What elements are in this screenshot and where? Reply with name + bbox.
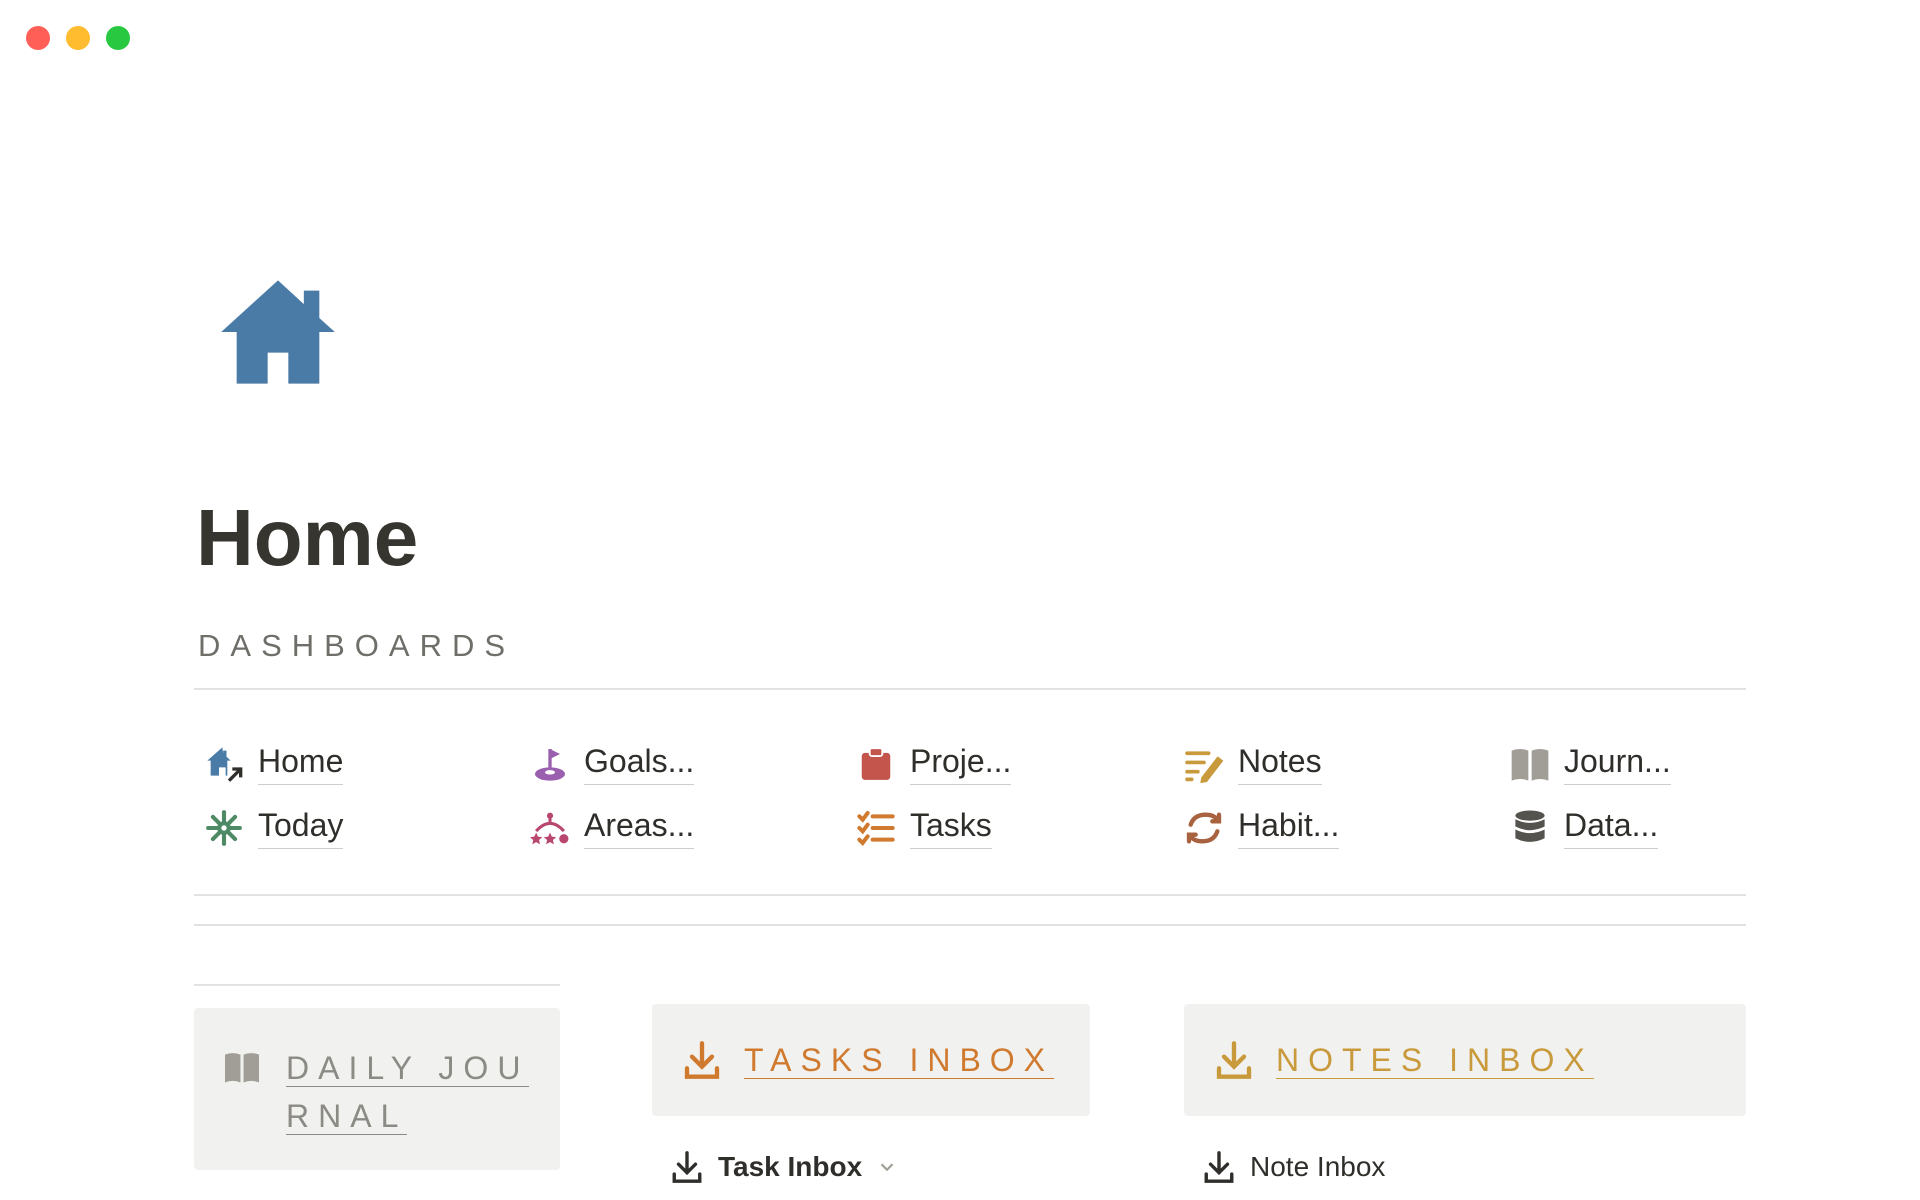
dashboard-label: Journ...	[1564, 743, 1671, 785]
dashboard-label: Today	[258, 807, 344, 849]
book-icon	[1510, 744, 1550, 784]
book-icon	[225, 1053, 259, 1083]
section-label: DASHBOARDS	[198, 628, 516, 663]
house-icon[interactable]	[216, 270, 340, 394]
page-title[interactable]: Home	[196, 498, 418, 578]
dashboard-label: Proje...	[910, 743, 1012, 785]
database-icon	[1510, 808, 1550, 848]
dashboard-link-notes[interactable]: Notes	[1184, 736, 1322, 792]
areas-icon	[530, 808, 570, 848]
dashboard-link-projects[interactable]: Proje...	[856, 736, 1012, 792]
dashboard-label: Notes	[1238, 743, 1322, 785]
note-inbox-view[interactable]: Note Inbox	[1202, 1150, 1385, 1184]
note-pencil-icon	[1184, 744, 1224, 784]
tasks-inbox-card[interactable]: TASKS INBOX	[652, 1004, 1090, 1116]
daily-journal-card[interactable]: DAILY JOU RNAL	[194, 1008, 560, 1170]
download-icon	[1216, 1041, 1252, 1079]
dashboard-link-journal[interactable]: Journ...	[1510, 736, 1671, 792]
app-window: Home DASHBOARDS Home Today Goals... Area…	[0, 0, 1920, 1200]
download-icon	[684, 1041, 720, 1079]
window-controls	[26, 26, 130, 50]
dashboard-label: Areas...	[584, 807, 695, 849]
dashboard-link-areas[interactable]: Areas...	[530, 800, 695, 856]
dashboard-label: Home	[258, 743, 344, 785]
divider	[194, 688, 1746, 690]
download-icon	[1204, 1151, 1234, 1183]
dashboard-label: Tasks	[910, 807, 992, 849]
divider	[194, 924, 1746, 926]
download-icon	[672, 1151, 702, 1183]
dashboard-label: Data...	[1564, 807, 1659, 849]
dashboard-link-data[interactable]: Data...	[1510, 800, 1659, 856]
divider	[194, 984, 560, 986]
home-link-icon	[204, 744, 244, 784]
dashboard-link-today[interactable]: Today	[204, 800, 344, 856]
divider	[194, 894, 1746, 896]
dashboard-label: Goals...	[584, 743, 695, 785]
dashboard-link-tasks[interactable]: Tasks	[856, 800, 992, 856]
dashboard-label: Habit...	[1238, 807, 1340, 849]
task-inbox-label: Task Inbox	[718, 1151, 863, 1182]
zoom-window-button[interactable]	[106, 26, 130, 50]
goal-flag-icon	[530, 744, 570, 784]
tasks-inbox-title[interactable]: TASKS INBOX	[744, 1036, 1055, 1084]
notes-inbox-title[interactable]: NOTES INBOX	[1276, 1036, 1594, 1084]
repeat-icon	[1184, 808, 1224, 848]
daily-journal-title[interactable]: DAILY JOU RNAL	[286, 1044, 530, 1140]
dashboard-link-home[interactable]: Home	[204, 736, 344, 792]
clipboard-icon	[856, 744, 896, 784]
close-window-button[interactable]	[26, 26, 50, 50]
minimize-window-button[interactable]	[66, 26, 90, 50]
notes-inbox-card[interactable]: NOTES INBOX	[1184, 1004, 1746, 1116]
asterisk-icon	[204, 808, 244, 848]
dashboard-link-goals[interactable]: Goals...	[530, 736, 695, 792]
dashboard-link-habits[interactable]: Habit...	[1184, 800, 1340, 856]
checklist-icon	[856, 808, 896, 848]
task-inbox-view[interactable]: Task Inbox	[670, 1150, 898, 1184]
note-inbox-label: Note Inbox	[1250, 1151, 1386, 1182]
chevron-down-icon[interactable]	[876, 1156, 898, 1178]
